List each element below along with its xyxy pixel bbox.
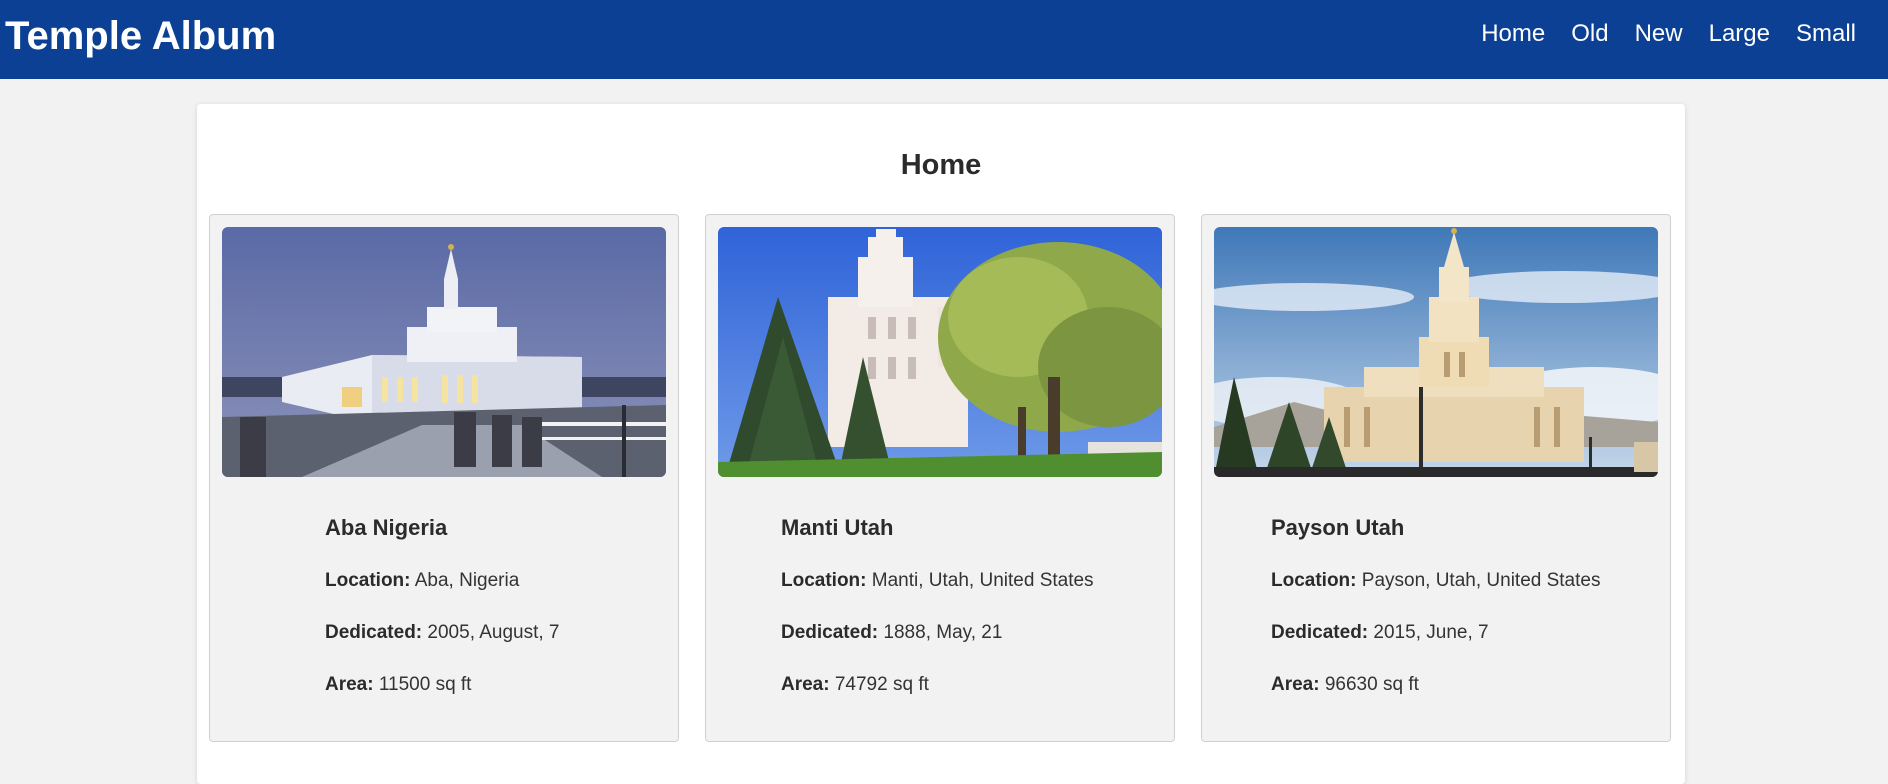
site-title: Temple Album xyxy=(5,14,277,58)
temple-photo-manti-utah xyxy=(718,227,1162,477)
dedicated-label: Dedicated: xyxy=(781,622,879,643)
temple-name: Manti Utah xyxy=(781,515,894,540)
temple-info-aba-nigeria: Aba Nigeria Location: Aba, Nigeria Dedic… xyxy=(325,515,559,725)
area-label: Area: xyxy=(325,674,374,695)
main-panel: Home Aba Nigeria Location: Aba, Nigeria … xyxy=(197,104,1685,784)
nav-link-small[interactable]: Small xyxy=(1796,20,1856,48)
temple-dedicated: Dedicated: 2015, June, 7 xyxy=(1271,621,1600,645)
dedicated-label: Dedicated: xyxy=(1271,622,1369,643)
location-label: Location: xyxy=(325,570,411,591)
temple-name: Payson Utah xyxy=(1271,515,1405,540)
temple-info-payson-utah: Payson Utah Location: Payson, Utah, Unit… xyxy=(1271,515,1600,725)
site-header: Temple Album Home Old New Large Small xyxy=(0,0,1888,79)
nav-link-large[interactable]: Large xyxy=(1709,20,1770,48)
area-value: 11500 sq ft xyxy=(378,674,472,695)
temple-area: Area: 11500 sq ft xyxy=(325,673,559,697)
dedicated-value: 2005, August, 7 xyxy=(427,622,560,643)
location-label: Location: xyxy=(781,570,867,591)
temple-area: Area: 96630 sq ft xyxy=(1271,673,1600,697)
page-title: Home xyxy=(900,149,982,181)
temple-location: Location: Aba, Nigeria xyxy=(325,569,559,593)
temple-info-manti-utah: Manti Utah Location: Manti, Utah, United… xyxy=(781,515,1094,725)
nav-link-home[interactable]: Home xyxy=(1481,20,1545,48)
temple-photo-payson-utah xyxy=(1214,227,1658,477)
temple-area: Area: 74792 sq ft xyxy=(781,673,1094,697)
dedicated-label: Dedicated: xyxy=(325,622,423,643)
temple-card-manti-utah: Manti Utah Location: Manti, Utah, United… xyxy=(705,214,1175,742)
nav-link-old[interactable]: Old xyxy=(1571,20,1608,48)
dedicated-value: 2015, June, 7 xyxy=(1373,622,1489,643)
dedicated-value: 1888, May, 21 xyxy=(883,622,1003,643)
temple-location: Location: Payson, Utah, United States xyxy=(1271,569,1600,593)
area-value: 96630 sq ft xyxy=(1324,674,1419,695)
nav-link-new[interactable]: New xyxy=(1635,20,1683,48)
location-value: Payson, Utah, United States xyxy=(1361,570,1601,591)
temple-dedicated: Dedicated: 1888, May, 21 xyxy=(781,621,1094,645)
temple-location: Location: Manti, Utah, United States xyxy=(781,569,1094,593)
area-value: 74792 sq ft xyxy=(834,674,929,695)
temple-photo-aba-nigeria xyxy=(222,227,666,477)
location-label: Location: xyxy=(1271,570,1357,591)
area-label: Area: xyxy=(1271,674,1320,695)
temple-name: Aba Nigeria xyxy=(325,515,448,540)
location-value: Manti, Utah, United States xyxy=(871,570,1094,591)
temple-card-aba-nigeria: Aba Nigeria Location: Aba, Nigeria Dedic… xyxy=(209,214,679,742)
temple-card-payson-utah: Payson Utah Location: Payson, Utah, Unit… xyxy=(1201,214,1671,742)
temple-dedicated: Dedicated: 2005, August, 7 xyxy=(325,621,559,645)
area-label: Area: xyxy=(781,674,830,695)
location-value: Aba, Nigeria xyxy=(414,570,520,591)
main-nav: Home Old New Large Small xyxy=(1481,20,1856,48)
